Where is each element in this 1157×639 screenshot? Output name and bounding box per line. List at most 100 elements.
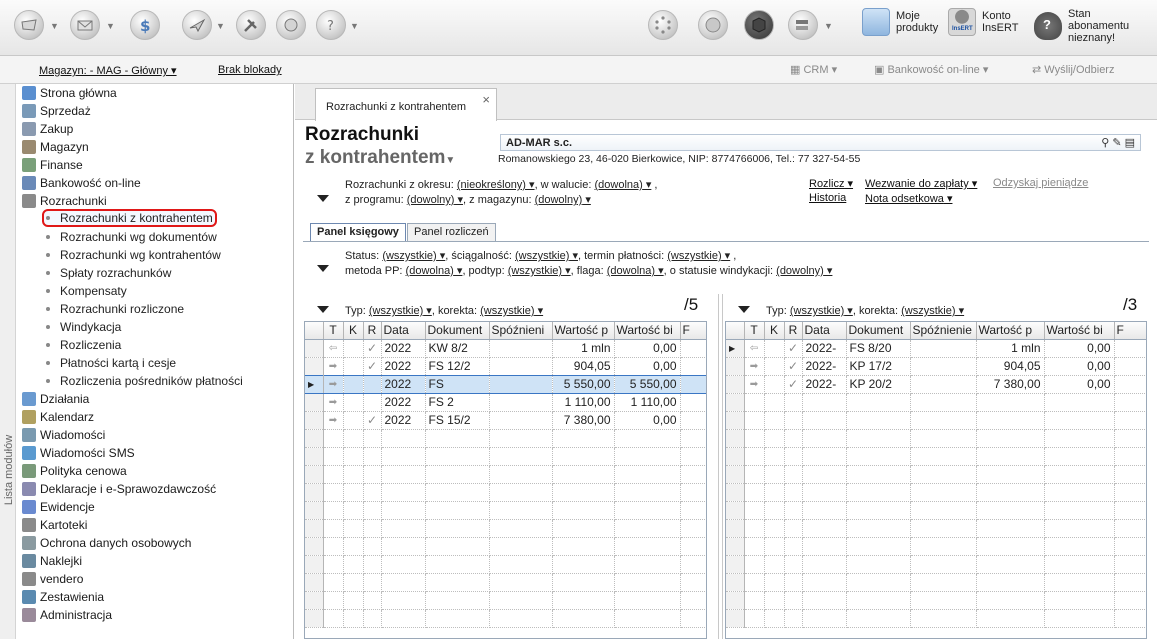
settle-link[interactable]: Rozlicz ▾ [809,177,853,190]
bank-online-menu[interactable]: ▣ Bankowość on-line ▾ [874,63,988,76]
column-header[interactable]: F [1114,322,1146,340]
table-row[interactable] [305,573,706,592]
tab-rozrachunki-z-kontrahentem[interactable]: Rozrachunki z kontrahentem × [315,88,497,121]
sidebar-item-15[interactable]: Ochrona danych osobowych [22,534,191,552]
row-selector[interactable] [726,465,745,484]
status-dropdown[interactable]: (wszystkie) ▾ [382,250,445,262]
row-selector[interactable] [305,429,324,448]
row-selector[interactable] [726,501,745,520]
collapse-status-filters-icon[interactable] [317,265,329,272]
table-row[interactable]: ▶ ➡ 2022 FS 5 550,00 5 550,00 [305,374,706,394]
right-correction-dropdown[interactable]: (wszystkie) ▾ [901,305,964,317]
due-date-dropdown[interactable]: (wszystkie) ▾ [667,250,730,262]
panel-splitter[interactable] [718,294,719,639]
edit-icon[interactable]: ✎ [1112,137,1121,149]
close-icon[interactable]: × [482,92,490,107]
document-icon[interactable]: ▤ [1125,137,1135,149]
column-header[interactable]: F [680,322,706,340]
sidebar-subitem-0[interactable]: Rozrachunki z kontrahentem [42,209,217,227]
table-row[interactable] [305,483,706,502]
table-row[interactable] [305,555,706,574]
sidebar-item-16[interactable]: Naklejki [22,552,82,570]
sidebar-item-0[interactable]: Strona główna [22,84,117,102]
contractor-field[interactable]: AD-MAR s.c. ⚲ ✎ ▤ [500,134,1141,151]
table-row[interactable] [305,609,706,628]
sidebar-subitem-8[interactable]: Płatności kartą i cesje [46,354,176,372]
chevron-down-icon[interactable]: ▼ [824,21,833,31]
table-row[interactable]: ➡ ✓ 2022 FS 15/2 7 380,00 0,00 [305,411,706,430]
collapse-right-grid-icon[interactable] [738,306,750,313]
table-row[interactable] [305,519,706,538]
cloud-icon[interactable] [788,10,818,40]
sidebar-item-19[interactable]: Administracja [22,606,112,624]
table-row[interactable] [726,429,1146,448]
row-selector[interactable] [726,411,745,430]
sidebar-item-18[interactable]: Zestawienia [22,588,104,606]
column-header[interactable]: R [363,322,382,340]
right-settlements-grid[interactable]: T K R Data Dokument Spóźnienie Wartość p Wartoś… [725,321,1147,639]
plane-icon[interactable] [182,10,212,40]
handshake-icon[interactable] [276,10,306,40]
row-selector[interactable] [305,591,324,610]
warehouse-dropdown[interactable]: (dowolny) ▾ [535,194,591,206]
chevron-down-icon[interactable]: ▼ [106,21,115,31]
send-receive-menu[interactable]: ⇄ Wyślij/Odbierz [1032,63,1114,76]
my-products-button[interactable]: Moje produkty [862,8,946,36]
column-header[interactable]: Spóźnieni [489,322,553,340]
row-selector[interactable] [305,537,324,556]
tools-icon[interactable] [236,10,266,40]
table-row[interactable]: ➡ ✓ 2022 FS 12/2 904,05 0,00 [305,357,706,376]
recover-money-link[interactable]: Odzyskaj pieniądze [993,177,1088,189]
column-header[interactable]: T [744,322,765,340]
currency-dropdown[interactable]: (dowolna) ▾ [594,179,651,191]
column-header[interactable]: Dokument [425,322,490,340]
table-row[interactable]: ▶ ⇦ ✓ 2022- FS 8/20 1 mln 0,00 [726,339,1146,358]
row-selector[interactable] [726,393,745,412]
column-header[interactable]: R [784,322,803,340]
sidebar-subitem-3[interactable]: Spłaty rozrachunków [46,264,171,282]
row-selector[interactable]: ▶ [305,374,324,394]
left-type-dropdown[interactable]: (wszystkie) ▾ [369,305,432,317]
table-row[interactable] [726,573,1146,592]
table-row[interactable] [726,393,1146,412]
row-selector[interactable] [305,501,324,520]
collapse-left-grid-icon[interactable] [317,306,329,313]
table-row[interactable] [305,429,706,448]
warehouse-selector[interactable]: Magazyn: - MAG - Główny ▾ [39,64,177,77]
subtype-dropdown[interactable]: (wszystkie) ▾ [508,265,571,277]
row-selector[interactable] [305,609,324,628]
row-selector[interactable] [726,537,745,556]
flag-dropdown[interactable]: (dowolna) ▾ [607,265,664,277]
sidebar-item-7[interactable]: Działania [22,390,89,408]
row-selector[interactable] [726,483,745,502]
sidebar-subitem-1[interactable]: Rozrachunki wg dokumentów [46,228,217,246]
envelope-icon[interactable] [70,10,100,40]
subscription-status[interactable]: ? Stan abonamentu nieznany! [1034,8,1154,44]
program-dropdown[interactable]: (dowolny) ▾ [407,194,463,206]
sidebar-subitem-9[interactable]: Rozliczenia pośredników płatności [46,372,243,390]
help-icon[interactable]: ? [316,10,346,40]
sidebar-subitem-6[interactable]: Windykacja [46,318,121,336]
table-row[interactable]: ➡ ✓ 2022- KP 20/2 7 380,00 0,00 [726,375,1146,394]
loading-icon[interactable] [648,10,678,40]
table-row[interactable]: ➡ 2022 FS 2 1 110,00 1 110,00 [305,393,706,412]
chevron-down-icon[interactable]: ▼ [50,21,59,31]
left-correction-dropdown[interactable]: (wszystkie) ▾ [480,305,543,317]
row-selector[interactable] [305,357,324,376]
column-header[interactable]: Wartość bi [1044,322,1115,340]
sidebar-item-13[interactable]: Ewidencje [22,498,95,516]
row-selector[interactable] [726,573,745,592]
table-row[interactable]: ⇦ ✓ 2022 KW 8/2 1 mln 0,00 [305,339,706,358]
collection-status-dropdown[interactable]: (dowolny) ▾ [776,265,832,277]
row-selector[interactable] [726,591,745,610]
crm-menu[interactable]: ▦ CRM ▾ [790,63,837,76]
sidebar-subitem-5[interactable]: Rozrachunki rozliczone [46,300,184,318]
row-selector[interactable] [305,465,324,484]
table-row[interactable]: ➡ ✓ 2022- KP 17/2 904,05 0,00 [726,357,1146,376]
row-selector[interactable] [726,609,745,628]
payment-request-link[interactable]: Wezwanie do zapłaty ▾ [865,177,977,190]
row-selector[interactable] [726,447,745,466]
row-selector[interactable] [305,519,324,538]
table-row[interactable] [305,447,706,466]
column-header[interactable]: K [764,322,785,340]
